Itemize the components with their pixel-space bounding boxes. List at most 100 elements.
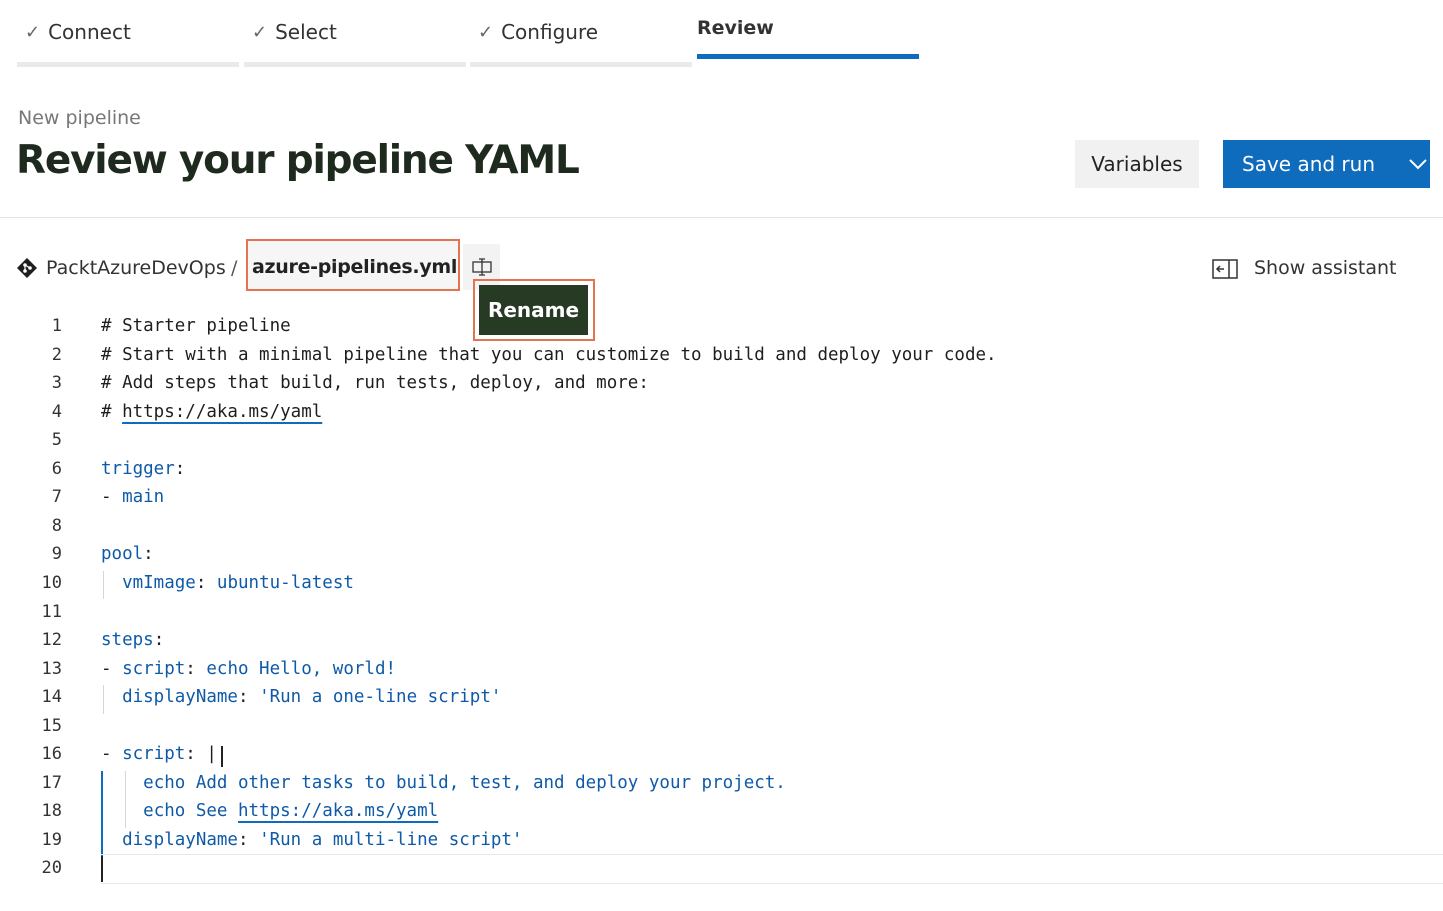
line-number: 14 [41, 687, 62, 708]
code-line[interactable]: 9 pool: [0, 542, 1443, 570]
code-token: displayName [122, 687, 238, 708]
page-subtitle: New pipeline [18, 107, 141, 129]
code-text[interactable]: - script: echo Hello, world! [101, 659, 396, 679]
code-text[interactable]: # Start with a minimal pipeline that you… [101, 345, 997, 365]
code-text[interactable]: - script: | [101, 744, 217, 764]
code-text[interactable]: trigger: [101, 459, 185, 479]
code-line[interactable]: 5 [0, 428, 1443, 456]
line-number: 6 [51, 458, 62, 479]
code-line[interactable]: 17 echo Add other tasks to build, test, … [0, 771, 1443, 799]
code-text[interactable]: displayName: 'Run a one-line script' [101, 687, 501, 707]
code-line[interactable]: 1 # Starter pipeline [0, 314, 1443, 342]
code-token: : [143, 544, 154, 565]
code-token[interactable]: https://aka.ms/yaml [122, 402, 322, 422]
current-line-highlight [101, 854, 1443, 885]
code-line[interactable]: 18 echo See https://aka.ms/yaml [0, 799, 1443, 827]
pipeline-filename[interactable]: azure-pipelines.yml * [252, 256, 473, 278]
code-line[interactable]: 12 steps: [0, 628, 1443, 656]
line-number: 9 [51, 544, 62, 565]
variables-button[interactable]: Variables [1075, 140, 1199, 188]
code-token: : [174, 458, 186, 479]
code-token: - [101, 487, 123, 508]
code-token: echo Hello, world! [206, 658, 397, 679]
indent-guide-active [101, 770, 103, 857]
save-and-run-button[interactable]: Save and run [1223, 140, 1430, 188]
code-token: : [185, 658, 207, 679]
indent-guide [125, 770, 126, 828]
repo-name[interactable]: PacktAzureDevOps [46, 257, 226, 279]
code-token: - [101, 658, 123, 679]
line-number: 3 [51, 373, 62, 394]
line-number: 16 [41, 744, 62, 765]
code-text[interactable]: pool: [101, 544, 154, 564]
line-number: 4 [51, 401, 62, 422]
code-text[interactable]: # https://aka.ms/yaml [101, 402, 322, 422]
step-select[interactable]: ✓ Select [244, 0, 466, 70]
line-number: 12 [41, 630, 62, 651]
code-token: script [122, 744, 186, 765]
checkmark-icon: ✓ [25, 21, 41, 43]
code-line[interactable]: 11 [0, 600, 1443, 628]
line-number: 10 [41, 572, 62, 593]
step-progress-bar [17, 62, 239, 67]
code-line[interactable]: 8 [0, 514, 1443, 542]
code-token: # Add steps that build, run tests, deplo… [101, 373, 649, 394]
step-label: Select [275, 20, 337, 44]
step-progress-bar [470, 62, 692, 67]
code-text[interactable]: vmImage: ubuntu-latest [101, 573, 354, 593]
line-number: 1 [51, 316, 62, 336]
code-line[interactable]: 2 # Start with a minimal pipeline that yo… [0, 343, 1443, 371]
indent-guide [103, 570, 104, 600]
checkmark-icon: ✓ [252, 21, 268, 43]
text-cursor [101, 856, 103, 883]
code-text[interactable]: # Starter pipeline [101, 316, 291, 336]
path-separator: / [231, 257, 238, 279]
line-number: 2 [51, 344, 62, 365]
code-text[interactable]: steps: [101, 630, 164, 650]
code-line[interactable]: 10 vmImage: ubuntu-latest [0, 571, 1443, 599]
line-number: 13 [41, 658, 62, 679]
code-line[interactable]: 7 - main [0, 485, 1443, 513]
step-label: Connect [48, 20, 131, 44]
code-token: displayName [122, 829, 238, 850]
save-and-run-label: Save and run [1242, 152, 1376, 176]
code-text[interactable]: echo See https://aka.ms/yaml [101, 801, 438, 821]
code-token: # Start with a minimal pipeline that you… [101, 344, 997, 365]
code-line[interactable]: 19 displayName: 'Run a multi-line script… [0, 828, 1443, 856]
step-configure[interactable]: ✓ Configure [470, 0, 692, 70]
code-text[interactable]: - main [101, 487, 164, 507]
code-line[interactable]: 4 # https://aka.ms/yaml [0, 400, 1443, 428]
code-token: trigger [101, 458, 175, 479]
step-active-indicator [697, 54, 919, 59]
step-connect[interactable]: ✓ Connect [17, 0, 239, 70]
code-line[interactable]: 15 [0, 714, 1443, 742]
wizard-steps: ✓ Connect ✓ Select ✓ Configure Review [17, 0, 921, 70]
code-token: - [101, 744, 123, 765]
code-token: echo See [143, 801, 238, 822]
code-token[interactable]: https://aka.ms/yaml [238, 801, 438, 821]
code-line[interactable]: 16 - script: | [0, 742, 1443, 770]
code-token: pool [101, 544, 144, 565]
code-token: : | [185, 744, 217, 765]
code-text[interactable]: # Add steps that build, run tests, deplo… [101, 373, 649, 393]
chevron-down-icon[interactable] [1408, 154, 1428, 174]
code-line[interactable]: 14 displayName: 'Run a one-line script' [0, 685, 1443, 713]
line-number: 5 [51, 430, 62, 451]
show-assistant-icon[interactable] [1212, 259, 1238, 279]
code-token: # Starter pipeline [101, 316, 291, 336]
code-line[interactable]: 13 - script: echo Hello, world! [0, 657, 1443, 685]
code-token: echo Add other tasks to build, test, and… [143, 772, 786, 793]
code-token: : [195, 572, 217, 593]
step-review[interactable]: Review [697, 0, 919, 70]
code-text[interactable]: displayName: 'Run a multi-line script' [101, 830, 522, 850]
code-token: : [237, 829, 260, 850]
code-line[interactable]: 6 trigger: [0, 457, 1443, 485]
yaml-editor[interactable]: 1 # Starter pipeline 2 # Start with a minim… [0, 314, 1443, 894]
code-text[interactable]: echo Add other tasks to build, test, and… [101, 773, 786, 793]
code-line[interactable]: 3 # Add steps that build, run tests, depl… [0, 371, 1443, 399]
show-assistant-button[interactable]: Show assistant [1254, 257, 1397, 279]
